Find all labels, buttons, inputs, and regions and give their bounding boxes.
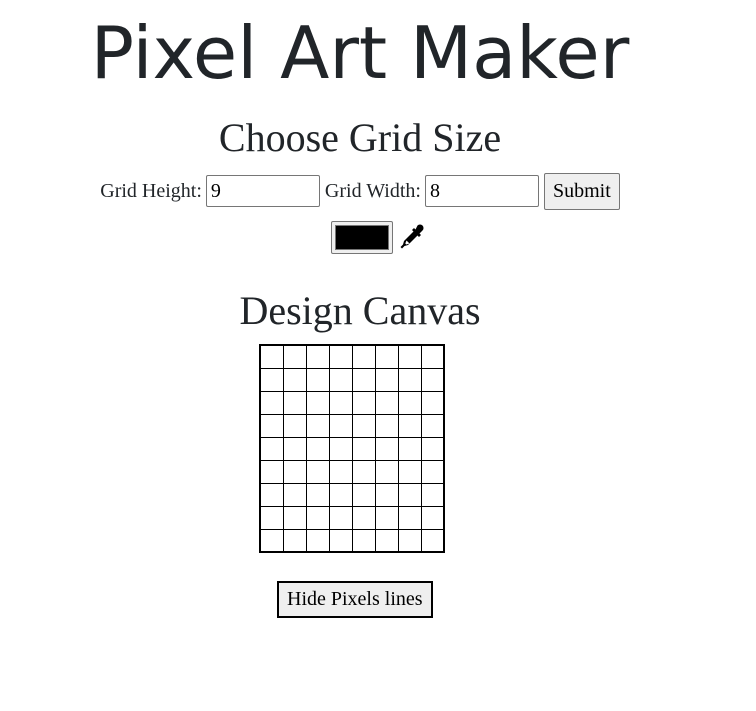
pixel-cell[interactable]: [397, 482, 422, 507]
pixel-cell[interactable]: [282, 505, 307, 530]
pixel-cell[interactable]: [374, 528, 399, 553]
canvas-row: [259, 390, 445, 415]
canvas-row: [259, 528, 445, 553]
pixel-cell[interactable]: [420, 390, 445, 415]
pixel-cell[interactable]: [397, 505, 422, 530]
canvas-row: [259, 459, 445, 484]
pixel-cell[interactable]: [351, 505, 376, 530]
pixel-cell[interactable]: [259, 505, 284, 530]
submit-button[interactable]: Submit: [543, 172, 620, 210]
pixel-cell[interactable]: [420, 367, 445, 392]
pixel-cell[interactable]: [259, 528, 284, 553]
design-canvas-wrapper: [259, 344, 445, 553]
pixel-cell[interactable]: [305, 459, 330, 484]
canvas-row: [259, 505, 445, 530]
canvas-row: [259, 482, 445, 507]
pixel-cell[interactable]: [305, 528, 330, 553]
grid-height-label: Grid Height:: [100, 179, 202, 202]
pixel-cell[interactable]: [374, 459, 399, 484]
color-picker-input[interactable]: [330, 220, 393, 254]
pixel-cell[interactable]: [397, 528, 422, 553]
pixel-canvas: [259, 344, 445, 553]
pixel-cell[interactable]: [420, 505, 445, 530]
pixel-cell[interactable]: [374, 344, 399, 369]
pixel-cell[interactable]: [397, 390, 422, 415]
pixel-cell[interactable]: [397, 436, 422, 461]
pixel-cell[interactable]: [351, 459, 376, 484]
pixel-cell[interactable]: [374, 390, 399, 415]
pixel-cell[interactable]: [305, 390, 330, 415]
pixel-cell[interactable]: [259, 413, 284, 438]
pixel-cell[interactable]: [374, 482, 399, 507]
pixel-cell[interactable]: [282, 344, 307, 369]
pixel-cell[interactable]: [282, 367, 307, 392]
pixel-cell[interactable]: [259, 482, 284, 507]
pixel-cell[interactable]: [351, 413, 376, 438]
grid-width-label: Grid Width:: [324, 179, 421, 202]
pixel-cell[interactable]: [420, 436, 445, 461]
pixel-cell[interactable]: [374, 367, 399, 392]
pixel-cell[interactable]: [328, 528, 353, 553]
pixel-cell[interactable]: [351, 436, 376, 461]
eyedropper-icon[interactable]: [397, 222, 427, 252]
pixel-cell[interactable]: [305, 367, 330, 392]
pixel-cell[interactable]: [328, 505, 353, 530]
pixel-cell[interactable]: [282, 436, 307, 461]
pixel-cell[interactable]: [305, 436, 330, 461]
pixel-cell[interactable]: [305, 344, 330, 369]
pixel-cell[interactable]: [374, 413, 399, 438]
pixel-cell[interactable]: [259, 436, 284, 461]
pixel-cell[interactable]: [374, 505, 399, 530]
pixel-cell[interactable]: [305, 413, 330, 438]
color-picker-row: [0, 219, 720, 255]
pixel-cell[interactable]: [282, 482, 307, 507]
pixel-cell[interactable]: [259, 459, 284, 484]
color-swatch: [334, 224, 389, 250]
pixel-cell[interactable]: [282, 459, 307, 484]
grid-height-input[interactable]: [205, 175, 320, 207]
pixel-cell[interactable]: [259, 344, 284, 369]
pixel-cell[interactable]: [282, 413, 307, 438]
pixel-cell[interactable]: [351, 528, 376, 553]
pixel-cell[interactable]: [397, 367, 422, 392]
pixel-cell[interactable]: [351, 390, 376, 415]
pixel-cell[interactable]: [351, 367, 376, 392]
canvas-row: [259, 436, 445, 461]
pixel-cell[interactable]: [420, 413, 445, 438]
canvas-row: [259, 344, 445, 369]
pixel-cell[interactable]: [328, 413, 353, 438]
pixel-cell[interactable]: [328, 367, 353, 392]
pixel-cell[interactable]: [282, 528, 307, 553]
pixel-cell[interactable]: [305, 505, 330, 530]
pixel-cell[interactable]: [420, 459, 445, 484]
pixel-cell[interactable]: [351, 482, 376, 507]
pixel-cell[interactable]: [420, 482, 445, 507]
pixel-cell[interactable]: [397, 413, 422, 438]
pixel-cell[interactable]: [259, 367, 284, 392]
hide-pixel-lines-button[interactable]: Hide Pixels lines: [277, 581, 433, 618]
pixel-cell[interactable]: [328, 459, 353, 484]
grid-width-input[interactable]: [424, 175, 539, 207]
pixel-cell[interactable]: [397, 459, 422, 484]
pixel-cell[interactable]: [351, 344, 376, 369]
pixel-cell[interactable]: [328, 344, 353, 369]
grid-size-heading: Choose Grid Size: [218, 115, 502, 160]
pixel-cell[interactable]: [397, 344, 422, 369]
pixel-cell[interactable]: [328, 390, 353, 415]
canvas-heading: Design Canvas: [239, 288, 481, 333]
pixel-cell[interactable]: [328, 436, 353, 461]
pixel-cell[interactable]: [374, 436, 399, 461]
pixel-cell[interactable]: [328, 482, 353, 507]
pixel-cell[interactable]: [305, 482, 330, 507]
pixel-cell[interactable]: [420, 344, 445, 369]
canvas-row: [259, 413, 445, 438]
pixel-cell[interactable]: [259, 390, 284, 415]
canvas-row: [259, 367, 445, 392]
page-title: Pixel Art Maker: [90, 11, 630, 95]
pixel-cell[interactable]: [282, 390, 307, 415]
pixel-cell[interactable]: [420, 528, 445, 553]
grid-size-form: Grid Height: Grid Width: Submit: [0, 171, 720, 211]
